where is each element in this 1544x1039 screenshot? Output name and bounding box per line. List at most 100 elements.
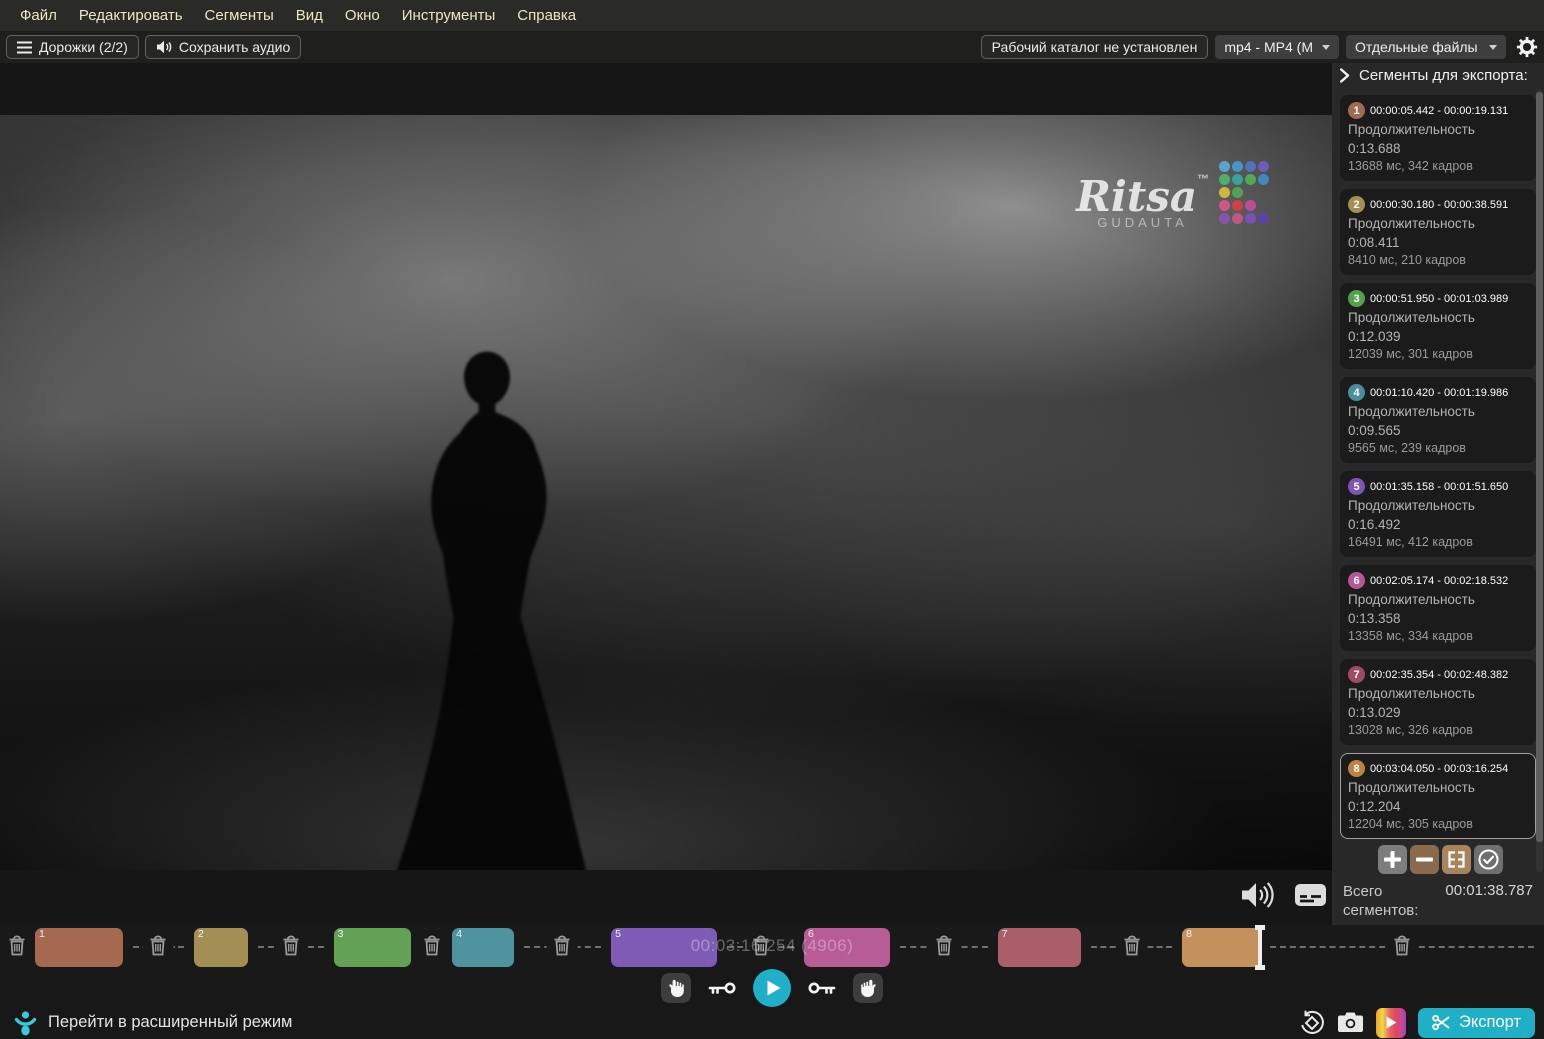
timeline-segment[interactable]: 1: [35, 928, 123, 967]
segment-number-badge: 3: [1348, 290, 1365, 307]
prev-keyframe-button[interactable]: [708, 980, 736, 996]
subtitles-button[interactable]: [1294, 882, 1327, 908]
watermark-dot: [1219, 200, 1230, 211]
segment-card[interactable]: 7 00:02:35.354 - 00:02:48.382 Продолжите…: [1340, 659, 1536, 745]
tracks-label: Дорожки (2/2): [39, 39, 128, 55]
watermark-dot: [1232, 161, 1243, 172]
channel-watermark: Ritsa™ GUDAUTA: [1076, 157, 1269, 230]
segment-duration-label: Продолжительность: [1348, 779, 1528, 797]
working-dir-label: Рабочий каталог не установлен: [992, 39, 1198, 55]
simple-mode-person-icon: [13, 1010, 38, 1036]
settings-gear-button[interactable]: [1516, 36, 1538, 58]
segment-details: 16491 мс, 412 кадров: [1348, 534, 1528, 550]
watermark-dot: [1232, 213, 1243, 224]
advanced-mode-toggle[interactable]: Перейти в расширенный режим: [13, 1010, 292, 1036]
select-segments-button[interactable]: [1474, 845, 1503, 874]
timeline-segment-number: 5: [615, 928, 621, 940]
chevron-right-icon[interactable]: [1339, 68, 1350, 83]
menu-item[interactable]: Редактировать: [68, 7, 194, 24]
delete-segment-trash-icon[interactable]: [2, 934, 33, 956]
menu-item[interactable]: Инструменты: [391, 7, 507, 24]
set-cut-start-button[interactable]: [661, 973, 691, 1003]
working-dir-button[interactable]: Рабочий каталог не установлен: [981, 35, 1209, 59]
segment-details: 13028 мс, 326 кадров: [1348, 722, 1528, 738]
segment-number-badge: 8: [1348, 760, 1365, 777]
export-button[interactable]: Экспорт: [1418, 1008, 1535, 1038]
watermark-dot: [1245, 200, 1256, 211]
delete-segment-trash-icon[interactable]: [143, 934, 174, 956]
segment-card[interactable]: 3 00:00:51.950 - 00:01:03.989 Продолжите…: [1340, 283, 1536, 369]
output-mode-select[interactable]: Отдельные файлы: [1346, 35, 1506, 59]
segments-total-value: 00:01:38.787: [1445, 882, 1533, 920]
segment-duration-label: Продолжительность: [1348, 403, 1528, 421]
menu-item[interactable]: Файл: [9, 7, 68, 24]
menu-item[interactable]: Справка: [506, 7, 587, 24]
delete-segment-trash-icon[interactable]: [275, 934, 306, 956]
watermark-dot: [1245, 174, 1256, 185]
segments-total: Всего сегментов: 00:01:38.787: [1343, 882, 1533, 920]
delete-segment-trash-icon[interactable]: [928, 934, 959, 956]
play-button[interactable]: [753, 969, 791, 1007]
timeline-segment-number: 8: [1186, 928, 1192, 940]
tracks-button[interactable]: Дорожки (2/2): [6, 35, 139, 59]
timeline-segment-number: 2: [198, 928, 204, 940]
timeline-segment[interactable]: 2: [194, 928, 248, 967]
segment-range: 00:00:51.950 - 00:01:03.989: [1370, 293, 1508, 305]
timeline-segment[interactable]: 7: [998, 928, 1082, 967]
delete-segment-trash-icon[interactable]: [1116, 934, 1147, 956]
segment-card[interactable]: 5 00:01:35.158 - 00:01:51.650 Продолжите…: [1340, 471, 1536, 557]
footer-bar: Перейти в расширенный режим Экспорт: [0, 1006, 1544, 1039]
segment-card[interactable]: 1 00:00:05.442 - 00:00:19.131 Продолжите…: [1340, 95, 1536, 181]
panel-scrollbar-thumb[interactable]: [1536, 92, 1543, 842]
timeline-segment[interactable]: 8: [1182, 928, 1260, 967]
rotate-icon[interactable]: [1299, 1010, 1325, 1036]
format-select[interactable]: mp4 - MP4 (M: [1215, 35, 1339, 59]
timeline-segment[interactable]: 3: [334, 928, 411, 967]
split-segment-button[interactable]: [1442, 845, 1471, 874]
remove-segment-button[interactable]: [1410, 845, 1439, 874]
advanced-mode-label: Перейти в расширенный режим: [48, 1013, 292, 1032]
segment-range: 00:01:35.158 - 00:01:51.650: [1370, 481, 1508, 493]
next-keyframe-button[interactable]: [808, 980, 836, 996]
menu-bar: ФайлРедактироватьСегментыВидОкноИнструме…: [0, 0, 1544, 31]
toolbar: Дорожки (2/2) Сохранить аудио Рабочий ка…: [0, 31, 1544, 63]
video-canvas[interactable]: Ritsa™ GUDAUTA: [0, 115, 1332, 870]
menu-item[interactable]: Вид: [285, 7, 334, 24]
segment-card[interactable]: 4 00:01:10.420 - 00:01:19.986 Продолжите…: [1340, 377, 1536, 463]
segment-card[interactable]: 6 00:02:05.174 - 00:02:18.532 Продолжите…: [1340, 565, 1536, 651]
preview-button[interactable]: [1376, 1008, 1406, 1038]
add-segment-button[interactable]: [1378, 845, 1407, 874]
delete-segment-trash-icon[interactable]: [416, 934, 447, 956]
segment-details: 12204 мс, 305 кадров: [1348, 816, 1528, 832]
panel-scrollbar[interactable]: [1536, 90, 1543, 872]
camera-snapshot-icon[interactable]: [1337, 1011, 1364, 1034]
format-value: mp4 - MP4 (M: [1224, 39, 1313, 55]
set-cut-end-button[interactable]: [853, 973, 883, 1003]
segment-duration: 0:08.411: [1348, 234, 1528, 251]
segment-details: 13358 мс, 334 кадров: [1348, 628, 1528, 644]
singer-silhouette: [322, 337, 652, 870]
segment-card[interactable]: 2 00:00:30.180 - 00:00:38.591 Продолжите…: [1340, 189, 1536, 275]
segments-panel-header: Сегменты для экспорта:: [1339, 67, 1528, 84]
segment-duration-label: Продолжительность: [1348, 121, 1528, 139]
timeline-track[interactable]: 00:03:16.254 (4906) 1 2 3 4 5 6 7 8: [0, 925, 1544, 970]
segment-details: 8410 мс, 210 кадров: [1348, 252, 1528, 268]
export-label: Экспорт: [1459, 1013, 1521, 1032]
delete-segment-trash-icon[interactable]: [1387, 934, 1418, 956]
tracks-icon: [17, 41, 32, 54]
watermark-dot: [1232, 174, 1243, 185]
timeline-segment[interactable]: 4: [452, 928, 513, 967]
delete-segment-trash-icon[interactable]: [547, 934, 578, 956]
menu-item[interactable]: Окно: [334, 7, 391, 24]
menu-item[interactable]: Сегменты: [194, 7, 285, 24]
segment-number-badge: 7: [1348, 666, 1365, 683]
timeline-segment-number: 4: [456, 928, 462, 940]
volume-button[interactable]: [1240, 880, 1276, 910]
segment-details: 13688 мс, 342 кадров: [1348, 158, 1528, 174]
save-audio-button[interactable]: Сохранить аудио: [145, 35, 301, 59]
segment-duration: 0:12.204: [1348, 798, 1528, 815]
watermark-dot: [1258, 174, 1269, 185]
timeline-playhead[interactable]: [1258, 925, 1262, 970]
segment-card[interactable]: 8 00:03:04.050 - 00:03:16.254 Продолжите…: [1340, 753, 1536, 839]
video-area: Ritsa™ GUDAUTA: [0, 63, 1332, 925]
